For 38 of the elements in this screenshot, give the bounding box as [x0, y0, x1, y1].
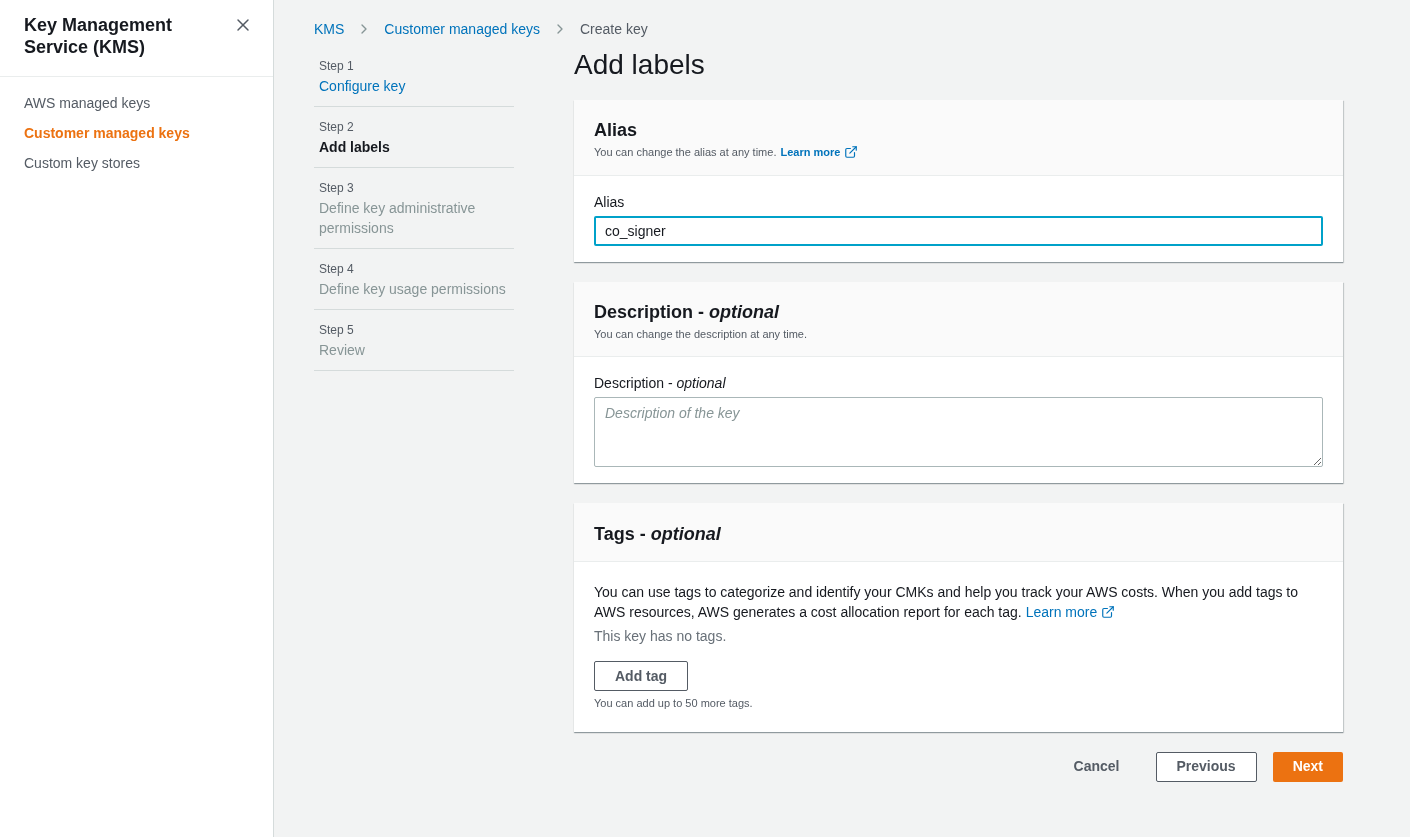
breadcrumb-current: Create key: [580, 19, 648, 39]
add-tag-button[interactable]: Add tag: [594, 661, 689, 691]
step-title: Define key administrative permissions: [319, 199, 477, 238]
step-label: Step 2: [319, 119, 355, 135]
previous-button[interactable]: Previous: [1155, 751, 1257, 782]
card-description: You can change the description at any time.: [594, 326, 808, 342]
external-link-icon: [844, 145, 859, 160]
empty-tags-text: This key has no tags.: [594, 627, 728, 646]
step-title: Add labels: [319, 138, 391, 157]
learn-more-link[interactable]: Learn more: [1025, 602, 1116, 622]
card-title: Tags - optional: [594, 523, 722, 546]
page-title: Add labels: [574, 50, 706, 80]
card-title: Alias: [594, 119, 639, 142]
description-input[interactable]: Description of the key: [594, 397, 1323, 467]
step-title[interactable]: Configure key: [319, 76, 509, 96]
tags-hint: You can add up to 50 more tags.: [594, 696, 754, 711]
sidebar-link[interactable]: Customer managed keys: [24, 123, 190, 143]
next-button[interactable]: Next: [1272, 751, 1343, 782]
step-label: Step 5: [319, 322, 355, 338]
step-label: Step 3: [319, 180, 355, 196]
sidebar-title: Key Management Service (KMS): [24, 14, 174, 58]
step-title: Review: [319, 341, 366, 360]
step-title: Define key usage permissions: [319, 280, 507, 299]
learn-more-link[interactable]: Learn more: [780, 144, 841, 161]
step-label: Step 4: [319, 261, 355, 277]
tags-description: You can use tags to categorize and identify your CMKs and help you track your AWS costs. When you add tags to AWS resources, AWS generates a cost allocation report for each tag. Learn more: [594, 583, 1300, 622]
cancel-button[interactable]: Cancel: [1053, 751, 1140, 782]
step-label: Step 1: [319, 58, 355, 74]
alias-input[interactable]: co_signer: [594, 215, 1323, 246]
field-label: Description - optional: [594, 374, 727, 393]
card-description: You can change the alias at any time.: [594, 145, 777, 160]
sidebar-link[interactable]: AWS managed keys: [24, 93, 151, 113]
sidebar-link[interactable]: Custom key stores: [24, 153, 140, 173]
external-link-icon: [1101, 605, 1116, 619]
breadcrumb-link[interactable]: KMS: [314, 18, 345, 40]
breadcrumb-link[interactable]: Customer managed keys: [384, 18, 540, 40]
card-title: Description - optional: [594, 300, 781, 324]
field-label: Alias: [594, 192, 626, 212]
